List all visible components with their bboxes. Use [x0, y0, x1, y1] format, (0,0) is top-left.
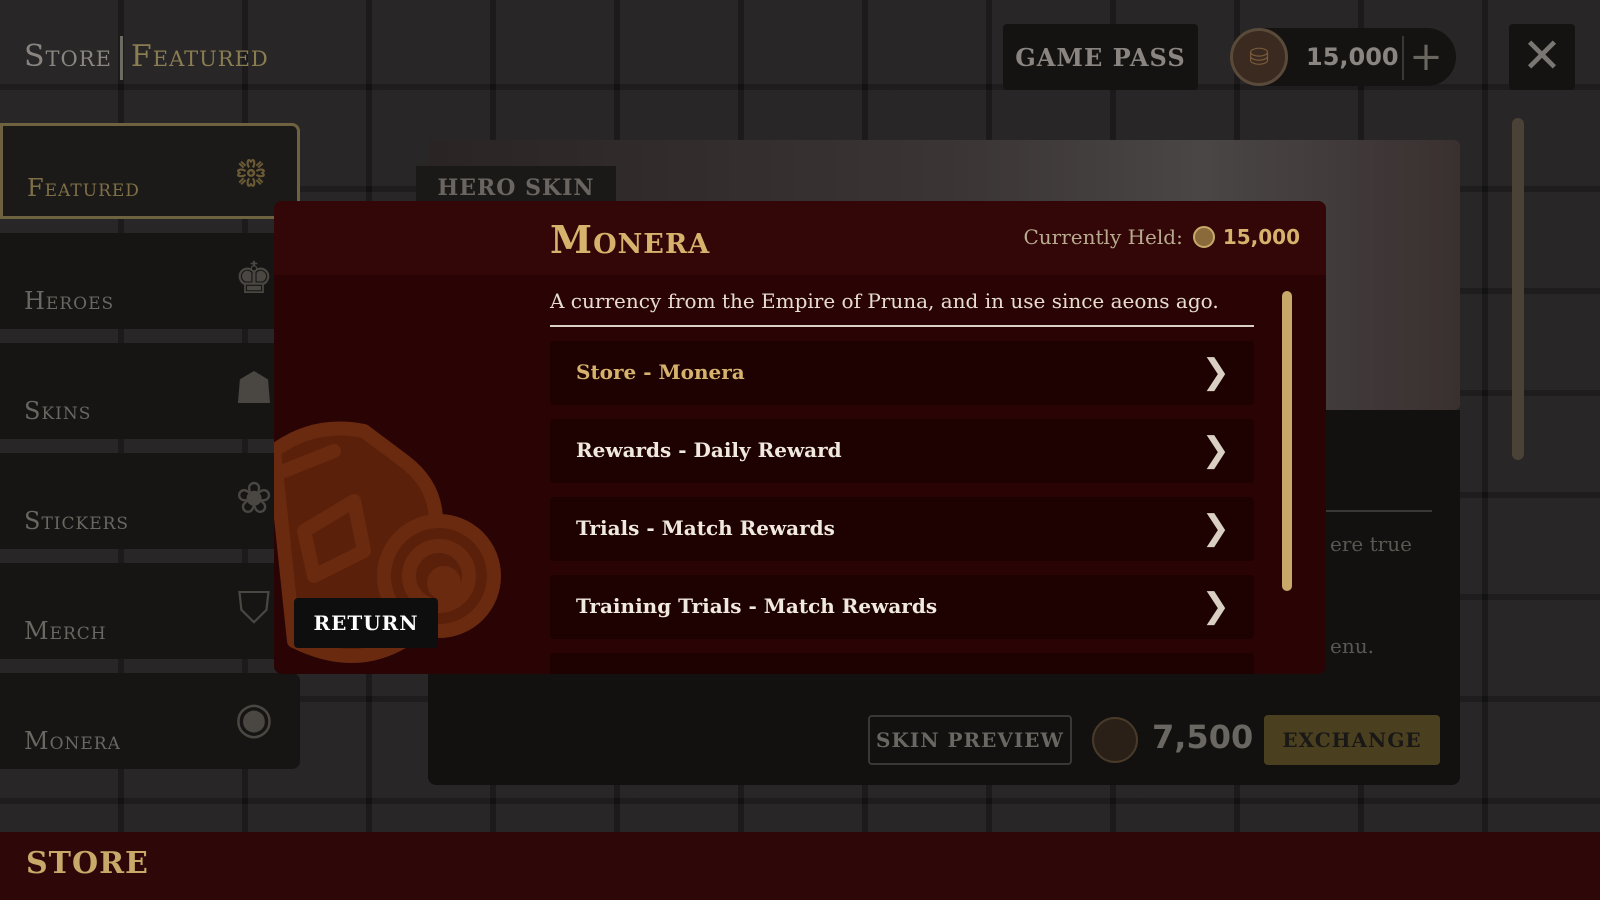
sidebar-item-monera[interactable]: ◉ Monera: [0, 673, 300, 769]
skin-preview-button[interactable]: SKIN PREVIEW: [868, 715, 1072, 765]
footer-label: STORE: [26, 846, 149, 881]
modal-scrollbar[interactable]: [1282, 291, 1292, 591]
currency-display: ⛁ 15,000 +: [1230, 28, 1456, 86]
source-label: Training Trials - Match Rewards: [576, 594, 938, 618]
sidebar-item-label: Stickers: [24, 507, 130, 535]
coin-icon: ◉: [234, 693, 274, 744]
sidebar-item-label: Heroes: [24, 287, 115, 315]
monera-info-modal: Monera Currently Held: 15,000 A currency…: [274, 201, 1326, 674]
source-item-partial[interactable]: [550, 653, 1254, 674]
skin-price: 7,500: [1152, 718, 1254, 756]
sidebar-item-label: Merch: [24, 617, 107, 645]
monera-coin-icon: [1192, 226, 1215, 248]
currently-held-label: Currently Held:: [1023, 225, 1183, 249]
source-item-daily-reward[interactable]: Rewards - Daily Reward ❯: [550, 419, 1254, 483]
chevron-right-icon: ❯: [1201, 430, 1231, 470]
currency-description: A currency from the Empire of Pruna, and…: [550, 289, 1219, 313]
source-label: Trials - Match Rewards: [576, 516, 835, 540]
breadcrumb-separator: [119, 36, 123, 80]
add-currency-button[interactable]: +: [1402, 36, 1448, 80]
chevron-right-icon: ❯: [1201, 352, 1231, 392]
source-label: Rewards - Daily Reward: [576, 438, 842, 462]
return-button[interactable]: RETURN: [294, 598, 438, 648]
spiral-icon: ᪥: [234, 146, 268, 197]
sidebar-item-featured[interactable]: ᪥ Featured: [0, 123, 300, 219]
breadcrumb-root[interactable]: Store: [24, 39, 112, 74]
source-item-training-trials[interactable]: Training Trials - Match Rewards ❯: [550, 575, 1254, 639]
description-fragment: ere true: [1330, 532, 1412, 556]
game-pass-button[interactable]: GAME PASS: [1003, 24, 1198, 90]
source-item-trials-match[interactable]: Trials - Match Rewards ❯: [550, 497, 1254, 561]
sidebar-item-label: Skins: [24, 397, 92, 425]
sidebar-item-label: Featured: [27, 174, 140, 202]
breadcrumb-current: Featured: [130, 39, 269, 74]
monera-coin-icon: ⛁: [1230, 28, 1288, 86]
currently-held: Currently Held: 15,000: [1023, 225, 1300, 249]
hero-skin-tab[interactable]: HERO SKIN: [416, 166, 616, 206]
sidebar-item-merch[interactable]: ⛉ Merch: [0, 563, 300, 659]
sidebar-item-stickers[interactable]: ❀ Stickers: [0, 453, 300, 549]
sidebar-item-skins[interactable]: ☗ Skins: [0, 343, 300, 439]
chevron-right-icon: ❯: [1201, 508, 1231, 548]
modal-title: Monera: [550, 217, 711, 262]
description-fragment: enu.: [1330, 634, 1374, 658]
currently-held-value: 15,000: [1222, 225, 1300, 249]
sidebar-item-label: Monera: [24, 727, 121, 755]
sidebar-item-heroes[interactable]: ♚ Heroes: [0, 233, 300, 329]
divider: [550, 325, 1254, 327]
page-scrollbar[interactable]: [1512, 118, 1524, 460]
close-button[interactable]: ✕: [1509, 24, 1575, 90]
exchange-button[interactable]: EXCHANGE: [1264, 715, 1440, 765]
breadcrumb: Store Featured: [24, 36, 269, 80]
chevron-right-icon: ❯: [1201, 586, 1231, 626]
source-item-store-monera[interactable]: Store - Monera ❯: [550, 341, 1254, 405]
divider: [1326, 510, 1432, 512]
footer-bar: STORE: [0, 832, 1600, 900]
source-label: Store - Monera: [576, 360, 745, 384]
price-coin-icon: [1092, 717, 1138, 763]
currency-amount: 15,000: [1306, 43, 1399, 71]
